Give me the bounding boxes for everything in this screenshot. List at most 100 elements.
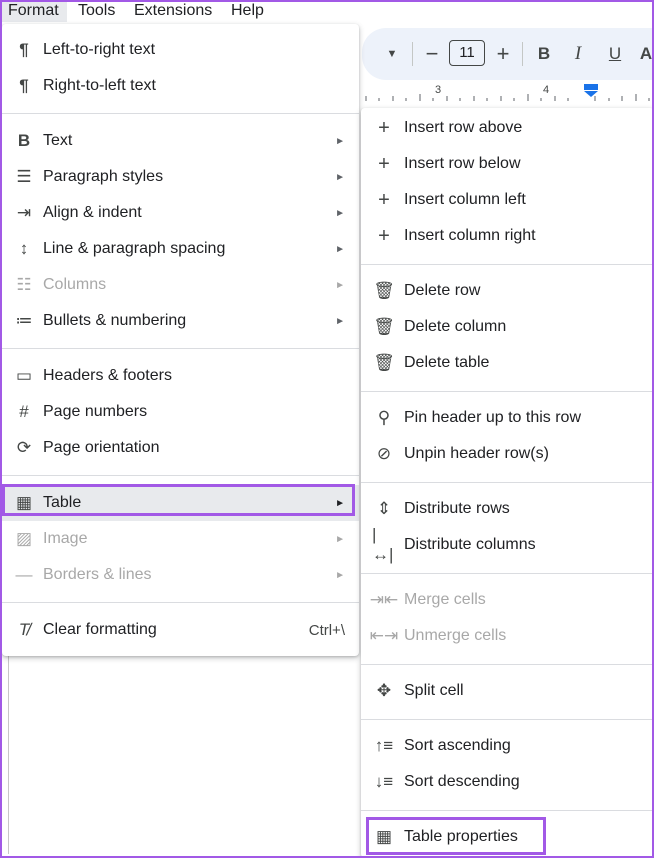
pin-icon: ⚲ bbox=[377, 408, 391, 427]
menu-item-sort-descending[interactable]: ↓≡ Sort descending bbox=[361, 764, 654, 800]
paragraph-styles-icon: ☰ bbox=[16, 167, 32, 186]
menu-item-sort-ascending[interactable]: ↑≡ Sort ascending bbox=[361, 728, 654, 764]
font-size-input[interactable]: 11 bbox=[449, 40, 485, 66]
menu-item-pin-header[interactable]: ⚲ Pin header up to this row bbox=[361, 400, 654, 436]
menu-item-clear-formatting[interactable]: T̸ Clear formatting Ctrl+\ bbox=[2, 612, 359, 648]
plus-icon: + bbox=[378, 152, 390, 175]
menu-divider bbox=[361, 810, 654, 811]
trash-icon: 🗑 bbox=[373, 353, 395, 372]
format-menu: ¶ Left-to-right text ¶ Right-to-left tex… bbox=[2, 24, 359, 656]
italic-button[interactable]: I bbox=[566, 28, 590, 80]
shortcut-label: Ctrl+\ bbox=[308, 621, 345, 639]
underline-button[interactable]: U bbox=[603, 28, 627, 80]
ruler-ticks bbox=[365, 84, 650, 101]
menu-item-borders-lines: — Borders & lines ► bbox=[2, 557, 359, 593]
menu-item-table[interactable]: ▦ Table ► bbox=[2, 485, 359, 521]
menu-divider bbox=[2, 602, 359, 603]
table-submenu: + Insert row above + Insert row below + … bbox=[361, 108, 654, 858]
font-dropdown-icon[interactable]: ▼ bbox=[382, 28, 402, 80]
menu-divider bbox=[2, 113, 359, 114]
columns-icon: ☷ bbox=[16, 275, 32, 294]
menu-item-align-indent[interactable]: ⇥ Align & indent ► bbox=[2, 195, 359, 231]
menu-item-page-numbers[interactable]: # Page numbers bbox=[2, 394, 359, 430]
menu-divider bbox=[361, 664, 654, 665]
unmerge-cells-icon: ⇤⇥ bbox=[369, 626, 399, 645]
submenu-arrow-icon: ► bbox=[335, 497, 345, 509]
menu-item-delete-row[interactable]: 🗑 Delete row bbox=[361, 273, 654, 309]
menu-item-line-paragraph-spacing[interactable]: ↕ Line & paragraph spacing ► bbox=[2, 231, 359, 267]
menu-item-headers-footers[interactable]: ▭ Headers & footers bbox=[2, 358, 359, 394]
menu-format[interactable]: Format bbox=[2, 0, 67, 22]
bold-button[interactable]: B bbox=[532, 28, 556, 80]
submenu-arrow-icon: ► bbox=[335, 135, 345, 147]
menu-bar: Format Tools Extensions Help bbox=[0, 0, 654, 22]
submenu-arrow-icon: ► bbox=[335, 279, 345, 291]
line-spacing-icon: ↕ bbox=[19, 239, 29, 258]
increase-font-size-button[interactable]: + bbox=[491, 28, 515, 80]
headers-footers-icon: ▭ bbox=[15, 366, 33, 385]
menu-item-insert-row-above[interactable]: + Insert row above bbox=[361, 110, 654, 146]
menu-divider bbox=[2, 475, 359, 476]
bold-icon: B bbox=[17, 131, 31, 150]
menu-divider bbox=[361, 719, 654, 720]
plus-icon: + bbox=[378, 224, 390, 247]
ruler-mark-4: 4 bbox=[543, 84, 550, 96]
menu-item-text[interactable]: B Text ► bbox=[2, 123, 359, 159]
distribute-columns-icon: |↔| bbox=[372, 525, 394, 564]
table-icon: ▦ bbox=[15, 493, 33, 512]
image-icon: ▨ bbox=[15, 529, 33, 548]
split-cell-icon: ✥ bbox=[376, 681, 392, 700]
sort-ascending-icon: ↑≡ bbox=[374, 736, 394, 755]
menu-tools[interactable]: Tools bbox=[78, 0, 115, 22]
trash-icon: 🗑 bbox=[373, 317, 395, 336]
tab-marker-icon bbox=[584, 91, 598, 97]
menu-item-left-to-right-text[interactable]: ¶ Left-to-right text bbox=[2, 32, 359, 68]
ltr-text-icon: ¶ bbox=[19, 40, 29, 59]
page-orientation-icon: ⟳ bbox=[16, 438, 32, 457]
decrease-font-size-button[interactable]: − bbox=[420, 28, 444, 80]
merge-cells-icon: ⇥⇤ bbox=[369, 590, 399, 609]
menu-item-page-orientation[interactable]: ⟳ Page orientation bbox=[2, 430, 359, 466]
menu-divider bbox=[361, 482, 654, 483]
menu-item-table-properties[interactable]: ▦ Table properties bbox=[361, 819, 654, 855]
menu-item-right-to-left-text[interactable]: ¶ Right-to-left text bbox=[2, 68, 359, 104]
menu-item-insert-column-left[interactable]: + Insert column left bbox=[361, 182, 654, 218]
trash-icon: 🗑 bbox=[373, 281, 395, 300]
table-icon: ▦ bbox=[375, 827, 393, 846]
text-color-icon[interactable]: A bbox=[638, 28, 654, 80]
menu-item-insert-column-right[interactable]: + Insert column right bbox=[361, 218, 654, 254]
menu-divider bbox=[361, 264, 654, 265]
menu-item-columns: ☷ Columns ► bbox=[2, 267, 359, 303]
menu-item-bullets-numbering[interactable]: ≔ Bullets & numbering ► bbox=[2, 303, 359, 339]
menu-item-delete-table[interactable]: 🗑 Delete table bbox=[361, 345, 654, 381]
ruler: 3 4 bbox=[362, 82, 654, 104]
menu-divider bbox=[361, 573, 654, 574]
menu-divider bbox=[361, 391, 654, 392]
menu-item-unpin-header[interactable]: ⊘ Unpin header row(s) bbox=[361, 436, 654, 472]
clear-formatting-icon: T̸ bbox=[18, 620, 30, 639]
submenu-arrow-icon: ► bbox=[335, 207, 345, 219]
menu-item-image: ▨ Image ► bbox=[2, 521, 359, 557]
menu-help[interactable]: Help bbox=[231, 0, 264, 22]
indent-marker-icon bbox=[584, 84, 598, 90]
ruler-mark-3: 3 bbox=[435, 84, 442, 96]
menu-item-distribute-columns[interactable]: |↔| Distribute columns bbox=[361, 525, 654, 564]
rtl-text-icon: ¶ bbox=[19, 76, 29, 95]
submenu-arrow-icon: ► bbox=[335, 533, 345, 545]
unpin-icon: ⊘ bbox=[376, 444, 392, 463]
document-page-edge bbox=[8, 650, 9, 854]
borders-icon: — bbox=[15, 565, 33, 584]
menu-item-split-cell[interactable]: ✥ Split cell bbox=[361, 673, 654, 709]
plus-icon: + bbox=[378, 116, 390, 139]
menu-extensions[interactable]: Extensions bbox=[134, 0, 212, 22]
menu-item-delete-column[interactable]: 🗑 Delete column bbox=[361, 309, 654, 345]
sort-descending-icon: ↓≡ bbox=[374, 772, 394, 791]
menu-item-unmerge-cells: ⇤⇥ Unmerge cells bbox=[361, 618, 654, 654]
menu-item-paragraph-styles[interactable]: ☰ Paragraph styles ► bbox=[2, 159, 359, 195]
submenu-arrow-icon: ► bbox=[335, 315, 345, 327]
bulleted-list-icon: ≔ bbox=[15, 311, 33, 330]
menu-divider bbox=[2, 348, 359, 349]
menu-item-insert-row-below[interactable]: + Insert row below bbox=[361, 146, 654, 182]
menu-item-distribute-rows[interactable]: ⇕ Distribute rows bbox=[361, 491, 654, 527]
menu-item-merge-cells: ⇥⇤ Merge cells bbox=[361, 582, 654, 618]
